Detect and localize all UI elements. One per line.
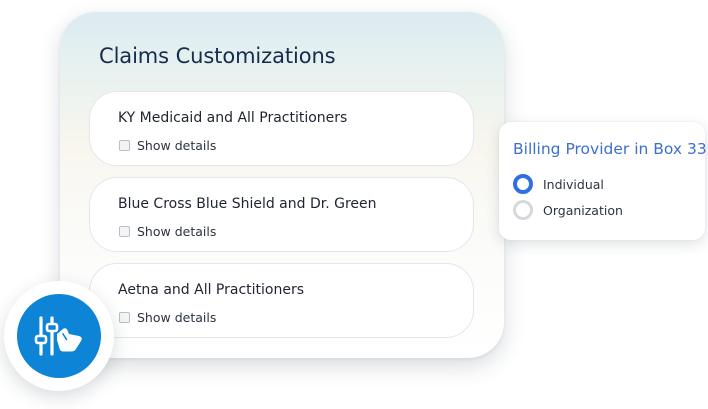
claims-customizations-card: Claims Customizations KY Medicaid and Al… (60, 12, 504, 358)
claim-item-title: Aetna and All Practitioners (118, 282, 305, 298)
show-details-label[interactable]: Show details (137, 224, 216, 239)
show-details-toggle[interactable]: Show details (119, 138, 216, 153)
claim-item-aetna: Aetna and All Practitioners Show details (89, 263, 474, 338)
show-details-toggle[interactable]: Show details (119, 224, 216, 239)
show-details-checkbox[interactable] (119, 140, 130, 151)
radio-option-individual[interactable]: Individual (513, 174, 604, 194)
claim-item-ky-medicaid: KY Medicaid and All Practitioners Show d… (89, 91, 474, 166)
radio-button-unselected[interactable] (513, 200, 533, 220)
radio-button-selected[interactable] (513, 174, 533, 194)
show-details-checkbox[interactable] (119, 312, 130, 323)
sliders-hand-icon (34, 316, 82, 356)
badge-circle (17, 294, 101, 378)
radio-label[interactable]: Individual (543, 177, 604, 192)
radio-label[interactable]: Organization (543, 203, 623, 218)
card-title: Claims Customizations (99, 44, 336, 68)
claim-item-blue-cross: Blue Cross Blue Shield and Dr. Green Sho… (89, 177, 474, 252)
show-details-checkbox[interactable] (119, 226, 130, 237)
radio-option-organization[interactable]: Organization (513, 200, 623, 220)
customization-badge (4, 281, 114, 391)
billing-provider-title: Billing Provider in Box 33 (513, 140, 707, 158)
show-details-toggle[interactable]: Show details (119, 310, 216, 325)
billing-provider-card: Billing Provider in Box 33 Individual Or… (499, 122, 707, 240)
claim-item-title: Blue Cross Blue Shield and Dr. Green (118, 196, 377, 212)
show-details-label[interactable]: Show details (137, 138, 216, 153)
claim-item-title: KY Medicaid and All Practitioners (118, 110, 348, 126)
show-details-label[interactable]: Show details (137, 310, 216, 325)
